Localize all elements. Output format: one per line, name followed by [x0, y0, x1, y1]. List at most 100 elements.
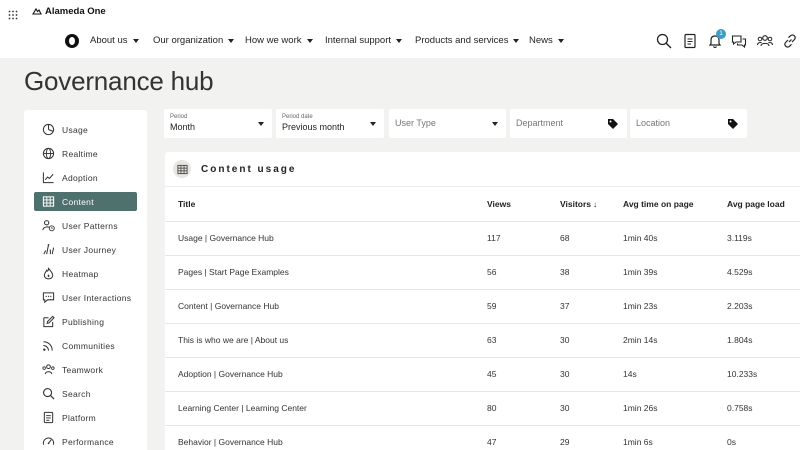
chevron-down-icon	[370, 122, 376, 126]
sidebar-item-label: Search	[62, 388, 91, 399]
period-date-select[interactable]: Period date Previous month	[276, 109, 384, 138]
cell-visitors: 38	[560, 255, 623, 290]
platform-icon	[43, 411, 54, 424]
sidebar-item-user-journey[interactable]: User Journey	[34, 240, 137, 259]
nav-item-how-we-work[interactable]: How we work	[245, 35, 313, 46]
table-header-row: Title Views Visitors ↓ Avg time on page A…	[165, 187, 800, 222]
location-filter[interactable]: Location	[630, 109, 747, 138]
cell-title[interactable]: Pages | Start Page Examples	[165, 255, 487, 290]
content-usage-card: Content usage Title Views Visitors ↓ Avg …	[165, 152, 800, 450]
sidebar-item-platform[interactable]: Platform	[34, 408, 137, 427]
link-icon[interactable]	[782, 33, 798, 49]
card-header: Content usage	[173, 160, 296, 178]
brand-name: Alameda One	[45, 6, 106, 17]
nav-item-news[interactable]: News	[529, 35, 564, 46]
chevron-down-icon	[492, 122, 498, 126]
sidebar-item-user-patterns[interactable]: User Patterns	[34, 216, 137, 235]
document-icon[interactable]	[682, 33, 698, 49]
tag-icon	[728, 119, 738, 129]
column-header-views[interactable]: Views	[487, 187, 560, 222]
cell-title[interactable]: Usage | Governance Hub	[165, 221, 487, 256]
sort-descending-icon: ↓	[593, 199, 598, 209]
people-icon[interactable]	[757, 33, 773, 49]
cell-title[interactable]: Behavior | Governance Hub	[165, 425, 487, 450]
table-row: This is who we are | About us 63 30 2min…	[165, 323, 800, 358]
column-header-avg-time[interactable]: Avg time on page	[623, 187, 727, 222]
department-filter[interactable]: Department	[510, 109, 627, 138]
nav-item-label: How we work	[245, 35, 302, 46]
sidebar-item-usage[interactable]: Usage	[34, 120, 137, 139]
cell-avg-load: 0.758s	[727, 391, 800, 426]
sidebar-item-label: User Journey	[62, 244, 117, 255]
sidebar-item-communities[interactable]: Communities	[34, 336, 137, 355]
sidebar-item-adoption[interactable]: Adoption	[34, 168, 137, 187]
content-table: Title Views Visitors ↓ Avg time on page A…	[165, 187, 800, 450]
page-title: Governance hub	[24, 66, 214, 96]
cell-avg-load: 0s	[727, 425, 800, 450]
cell-avg-load: 2.203s	[727, 289, 800, 324]
sidebar-item-label: Content	[62, 196, 94, 207]
search-icon	[43, 388, 55, 400]
nav-item-products-and-services[interactable]: Products and services	[415, 35, 520, 46]
period-select[interactable]: Period Month	[164, 109, 272, 138]
table-row: Pages | Start Page Examples 56 38 1min 3…	[165, 255, 800, 290]
globe-icon	[42, 147, 55, 160]
cell-views: 117	[487, 221, 560, 256]
user-type-select[interactable]: User Type	[389, 109, 506, 138]
cell-views: 56	[487, 255, 560, 290]
column-header-visitors[interactable]: Visitors ↓	[560, 187, 623, 222]
cell-avg-load: 1.804s	[727, 323, 800, 358]
sidebar-item-publishing[interactable]: Publishing	[34, 312, 137, 331]
sidebar-item-label: User Interactions	[62, 292, 132, 303]
top-bar: Alameda One	[0, 0, 800, 24]
cell-visitors: 30	[560, 323, 623, 358]
chat-icon[interactable]	[731, 33, 747, 49]
brand-link[interactable]: Alameda One	[32, 6, 106, 17]
nav-item-label: Products and services	[415, 35, 509, 46]
bell-icon[interactable]: 1	[707, 29, 726, 49]
sidebar-item-label: Platform	[62, 412, 97, 423]
line-chart-icon	[42, 172, 54, 184]
cell-avg-time: 1min 26s	[623, 391, 727, 426]
column-header-avg-load[interactable]: Avg page load	[727, 187, 800, 222]
cell-views: 80	[487, 391, 560, 426]
sidebar-item-teamwork[interactable]: Teamwork	[34, 360, 137, 379]
cell-avg-time: 1min 6s	[623, 425, 727, 450]
table-icon	[173, 160, 191, 178]
sidebar-item-content[interactable]: Content	[34, 192, 137, 211]
sidebar-item-heatmap[interactable]: Heatmap	[34, 264, 137, 283]
table-row: Learning Center | Learning Center 80 30 …	[165, 391, 800, 426]
search-icon[interactable]	[656, 33, 672, 49]
cell-title[interactable]: This is who we are | About us	[165, 323, 487, 358]
sidebar-item-user-interactions[interactable]: User Interactions	[34, 288, 137, 307]
card-title: Content usage	[201, 163, 297, 175]
sidebar-item-label: Adoption	[62, 172, 98, 183]
nav-item-about-us[interactable]: About us	[90, 35, 139, 46]
cell-views: 59	[487, 289, 560, 324]
footsteps-icon	[43, 244, 55, 255]
sidebar-item-performance[interactable]: Performance	[34, 432, 137, 450]
cell-title[interactable]: Content | Governance Hub	[165, 289, 487, 324]
home-logo-icon[interactable]	[65, 34, 79, 48]
cell-avg-time: 2min 14s	[623, 323, 727, 358]
sidebar-item-label: Performance	[62, 436, 114, 447]
period-date-label: Period date	[282, 114, 313, 120]
nav-item-label: Internal support	[325, 35, 392, 46]
nav-item-label: News	[529, 35, 553, 46]
notification-badge: 1	[716, 29, 726, 39]
cell-avg-load: 10.233s	[727, 357, 800, 392]
sidebar-item-realtime[interactable]: Realtime	[34, 144, 137, 163]
cell-avg-time: 1min 40s	[623, 221, 727, 256]
cell-title[interactable]: Adoption | Governance Hub	[165, 357, 487, 392]
nav-item-label: Our organization	[153, 35, 224, 46]
cell-title[interactable]: Learning Center | Learning Center	[165, 391, 487, 426]
column-header-title[interactable]: Title	[165, 187, 487, 222]
nav-item-internal-support[interactable]: Internal support	[325, 35, 403, 46]
app-launcher-icon[interactable]	[8, 7, 18, 20]
sidebar-item-search[interactable]: Search	[34, 384, 137, 403]
chevron-down-icon	[557, 38, 564, 43]
column-header-label: Visitors	[560, 198, 592, 209]
gauge-icon	[42, 437, 55, 445]
nav-item-our-organization[interactable]: Our organization	[153, 35, 235, 46]
sidebar: Usage Realtime Adoption Content User Pat…	[24, 110, 147, 450]
